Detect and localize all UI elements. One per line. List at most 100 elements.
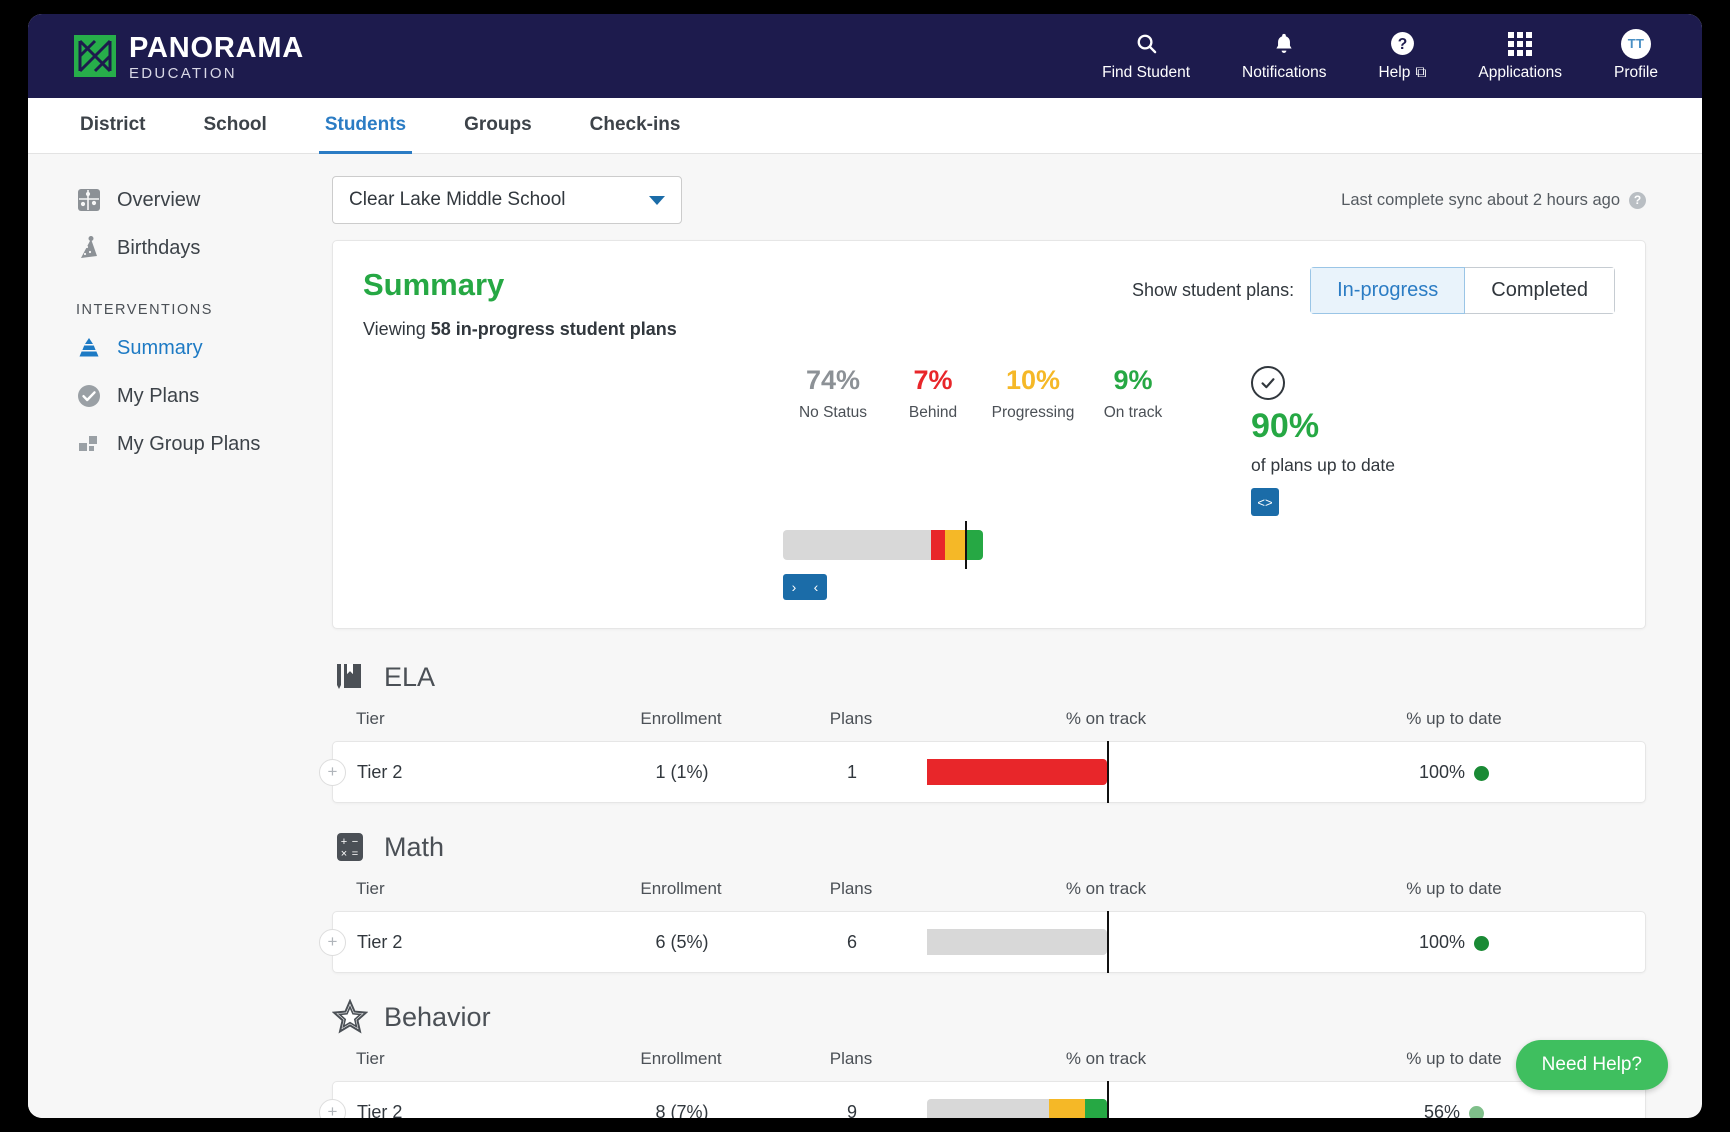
bar-segment-on-track xyxy=(965,530,983,561)
bar-segment-on-track xyxy=(1085,1099,1107,1118)
segment-in-progress[interactable]: In-progress xyxy=(1310,267,1466,314)
sidebar-item-overview[interactable]: Overview xyxy=(28,176,318,224)
main-content: Clear Lake Middle School Last complete s… xyxy=(318,154,1702,1118)
tab-students[interactable]: Students xyxy=(318,99,413,154)
row-progress-bar xyxy=(927,929,1107,956)
tab-groups[interactable]: Groups xyxy=(458,99,538,154)
stat-progressing: 10% Progressing xyxy=(983,365,1083,422)
logo-subtitle: EDUCATION xyxy=(129,64,237,82)
main-tab-bar: District School Students Groups Check-in… xyxy=(28,98,1702,154)
svg-text:×: × xyxy=(341,848,347,860)
nav-applications-label: Applications xyxy=(1478,63,1562,81)
bar-goal-marker xyxy=(965,521,967,570)
bar-segment-no-status xyxy=(927,1099,1050,1118)
subject-header-math: + − × = Math xyxy=(332,829,1646,865)
nav-notifications-label: Notifications xyxy=(1242,63,1327,81)
subject-section-behavior: Behavior Tier Enrollment Plans % on trac… xyxy=(319,999,1646,1118)
squares-icon xyxy=(76,431,102,457)
cell-plans: 6 xyxy=(846,931,857,952)
viewing-text: Viewing 58 in-progress student plans xyxy=(363,319,677,340)
embed-code-button[interactable]: <> xyxy=(1251,488,1279,517)
bar-next-button[interactable]: › xyxy=(783,574,805,601)
segment-completed[interactable]: Completed xyxy=(1465,267,1615,314)
nav-help-label: Help ⧉ xyxy=(1378,64,1426,82)
summary-bar-nav: › ‹ xyxy=(363,574,1615,601)
sidebar-item-my-plans[interactable]: My Plans xyxy=(28,372,318,420)
subject-header-behavior: Behavior xyxy=(332,999,1646,1035)
table-header-behavior: Tier Enrollment Plans % on track % up to… xyxy=(332,1049,1646,1081)
sidebar-item-my-group-plans[interactable]: My Group Plans xyxy=(28,420,318,468)
bar-prev-button[interactable]: ‹ xyxy=(805,574,827,601)
up-to-date-block: 90% of plans up to date <> xyxy=(1251,366,1395,517)
page-title: Summary xyxy=(363,267,505,302)
book-pencil-icon xyxy=(332,659,368,695)
sidebar: Overview Birthdays INTERVENTIONS Summary… xyxy=(28,154,318,1118)
up-to-date-label: of plans up to date xyxy=(1251,455,1395,476)
star-icon xyxy=(332,999,368,1035)
row-progress-bar xyxy=(927,759,1107,786)
check-circle-icon xyxy=(1251,366,1285,400)
top-header-bar: PANORAMA EDUCATION Find Student Notifica… xyxy=(28,14,1702,98)
expand-row-button[interactable]: + xyxy=(319,1098,346,1118)
cell-plans: 1 xyxy=(846,761,857,782)
question-circle-icon: ? xyxy=(1390,31,1415,57)
col-header-enrollment: Enrollment xyxy=(640,709,722,729)
expand-row-button[interactable]: + xyxy=(319,758,346,786)
cell-on-track-bar xyxy=(927,911,1287,974)
sync-status-text: Last complete sync about 2 hours ago xyxy=(1341,190,1620,209)
stat-on-track: 9% On track xyxy=(1083,365,1183,422)
puzzle-icon xyxy=(76,187,102,213)
table-row[interactable]: + Tier 2 6 (5%) 6 100% xyxy=(319,911,1646,974)
table-header-math: Tier Enrollment Plans % on track % up to… xyxy=(332,879,1646,911)
summary-bar-row xyxy=(363,521,1615,570)
stat-behind-value: 7% xyxy=(913,365,953,395)
top-navigation: Find Student Notifications ? Help ⧉ Appl… xyxy=(1076,28,1684,82)
sidebar-item-birthdays-label: Birthdays xyxy=(117,236,201,259)
svg-text:=: = xyxy=(352,848,358,860)
expand-row-button[interactable]: + xyxy=(319,928,346,956)
nav-help[interactable]: ? Help ⧉ xyxy=(1352,31,1452,82)
school-select[interactable]: Clear Lake Middle School xyxy=(332,176,682,224)
cell-up-to-date: 56% xyxy=(1287,1102,1621,1118)
nav-profile[interactable]: TT Profile xyxy=(1588,28,1684,82)
cell-enrollment: 1 (1%) xyxy=(655,761,709,782)
stat-no-status: 74% No Status xyxy=(783,365,883,422)
tab-check-ins[interactable]: Check-ins xyxy=(584,99,687,154)
panorama-logo[interactable]: PANORAMA EDUCATION xyxy=(74,32,304,81)
tab-school[interactable]: School xyxy=(197,99,272,154)
nav-find-student[interactable]: Find Student xyxy=(1076,31,1216,82)
cell-plans: 9 xyxy=(846,1101,857,1118)
summary-progress-bar xyxy=(783,521,983,570)
table-row[interactable]: + Tier 2 1 (1%) 1 100% xyxy=(319,741,1646,804)
cell-up-to-date: 100% xyxy=(1287,932,1621,953)
plan-filter-label: Show student plans: xyxy=(1132,280,1295,300)
nav-applications[interactable]: Applications xyxy=(1452,31,1588,82)
nav-notifications[interactable]: Notifications xyxy=(1216,31,1352,82)
page-body: Overview Birthdays INTERVENTIONS Summary… xyxy=(28,154,1702,1118)
col-header-enrollment: Enrollment xyxy=(640,879,722,899)
cell-up-to-date-value: 100% xyxy=(1418,931,1466,952)
viewing-count: 58 in-progress student plans xyxy=(430,319,677,339)
col-header-plans: Plans xyxy=(829,879,873,899)
sidebar-item-birthdays[interactable]: Birthdays xyxy=(28,224,318,272)
table-header-ela: Tier Enrollment Plans % on track % up to… xyxy=(332,709,1646,741)
table-row[interactable]: + Tier 2 8 (7%) 9 56% xyxy=(319,1081,1646,1118)
need-help-button[interactable]: Need Help? xyxy=(1515,1040,1668,1090)
sidebar-item-my-group-plans-label: My Group Plans xyxy=(117,432,261,455)
stat-progressing-value: 10% xyxy=(1005,365,1061,395)
tab-district[interactable]: District xyxy=(74,99,151,154)
col-header-tier: Tier xyxy=(356,879,385,899)
stat-no-status-label: No Status xyxy=(798,403,868,421)
content-toolbar: Clear Lake Middle School Last complete s… xyxy=(332,176,1646,224)
cell-on-track-bar xyxy=(927,741,1287,804)
panorama-logo-mark-icon xyxy=(74,35,116,77)
sidebar-item-my-plans-label: My Plans xyxy=(117,384,200,407)
cell-tier: Tier 2 xyxy=(357,761,403,782)
chevron-down-icon xyxy=(649,195,665,205)
cell-tier: Tier 2 xyxy=(357,1101,403,1118)
stat-on-track-label: On track xyxy=(1103,403,1163,421)
subject-section-ela: ELA Tier Enrollment Plans % on track % u… xyxy=(319,659,1646,804)
info-icon[interactable]: ? xyxy=(1629,191,1646,209)
stat-behind-label: Behind xyxy=(908,403,958,421)
sidebar-item-summary[interactable]: Summary xyxy=(28,324,318,372)
